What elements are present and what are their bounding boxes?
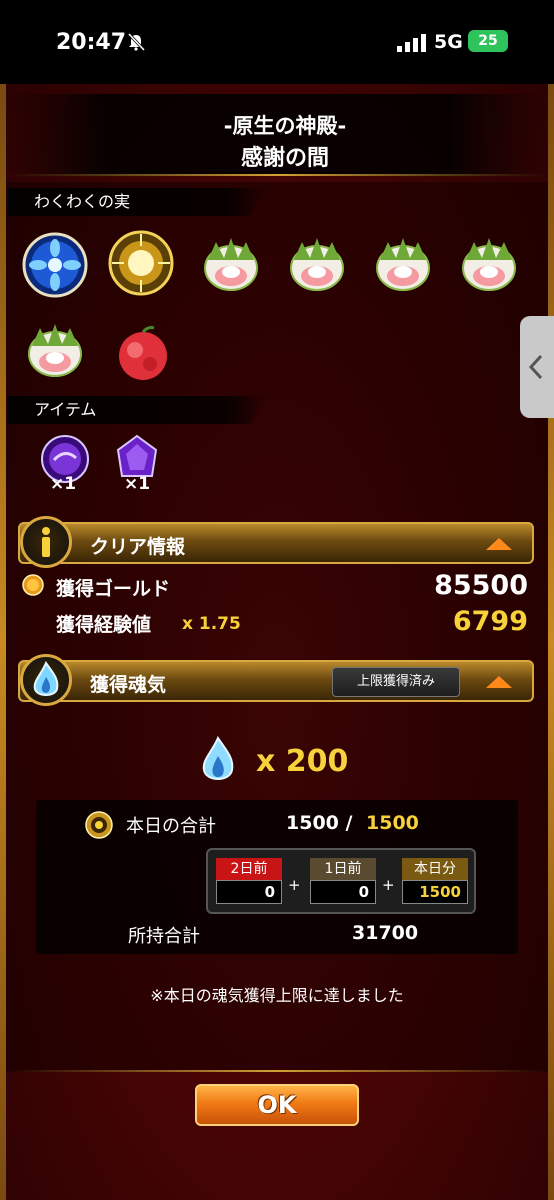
bell-muted-icon bbox=[127, 32, 146, 52]
soul-title: 獲得魂気 bbox=[90, 674, 167, 696]
network-label: 5G bbox=[434, 31, 463, 53]
soul-breakdown: 2日前 0 + 1日前 0 + 本日分 1500 bbox=[206, 848, 476, 914]
status-bar: 20:47 5G 25 bbox=[0, 0, 554, 84]
daily-medal-icon bbox=[85, 811, 113, 839]
blue-orb-fruit-icon[interactable] bbox=[22, 232, 88, 298]
lotus-fruit-icon[interactable] bbox=[284, 232, 350, 298]
golden-burst-fruit-icon[interactable] bbox=[108, 230, 174, 296]
breakdown-value: 0 bbox=[216, 880, 282, 904]
info-icon bbox=[20, 516, 72, 568]
limit-note: ※本日の魂気獲得上限に達しました bbox=[150, 986, 404, 1005]
soul-summary: 本日の合計 1500 / 1500 2日前 0 + 1日前 0 + 本日分 15… bbox=[36, 800, 518, 954]
breakdown-today: 本日分 1500 bbox=[402, 858, 468, 906]
today-total-label: 本日の合計 bbox=[126, 816, 216, 837]
ok-button[interactable]: OK bbox=[195, 1084, 359, 1126]
item-count: ×1 bbox=[50, 474, 77, 494]
battery-level: 25 bbox=[478, 33, 498, 49]
lotus-fruit-icon[interactable] bbox=[456, 232, 522, 298]
collapse-arrow-icon[interactable] bbox=[486, 538, 512, 550]
gold-value: 85500 bbox=[434, 570, 528, 601]
stage-header: -原生の神殿- 感謝の間 bbox=[8, 94, 546, 176]
soul-flame-icon bbox=[202, 736, 234, 780]
result-screen: -原生の神殿- 感謝の間 わくわくの実 アイテム ×1 ×1 クリア情報 獲得ゴ… bbox=[0, 84, 554, 1200]
header-divider bbox=[8, 174, 546, 176]
items-section-label: アイテム bbox=[8, 396, 266, 424]
plus-sign: + bbox=[382, 876, 395, 894]
today-total-max: 1500 bbox=[366, 812, 419, 834]
breakdown-label: 1日前 bbox=[310, 858, 376, 880]
owned-total-label: 所持合計 bbox=[128, 926, 200, 947]
stage-subtitle: -原生の神殿- bbox=[223, 114, 347, 138]
breakdown-value: 0 bbox=[310, 880, 376, 904]
exp-multiplier: x 1.75 bbox=[182, 614, 241, 634]
breakdown-label: 本日分 bbox=[402, 858, 468, 880]
battery-indicator: 25 bbox=[468, 30, 508, 52]
lotus-fruit-icon[interactable] bbox=[198, 232, 264, 298]
collapse-arrow-icon[interactable] bbox=[486, 676, 512, 688]
plus-sign: + bbox=[288, 876, 301, 894]
fruits-section-label: わくわくの実 bbox=[8, 188, 266, 216]
limit-reached-badge: 上限獲得済み bbox=[332, 667, 460, 697]
clear-info-header[interactable]: クリア情報 bbox=[18, 522, 534, 564]
bottom-divider bbox=[8, 1070, 546, 1072]
item-count: ×1 bbox=[124, 474, 151, 494]
soul-flame-icon bbox=[33, 660, 59, 696]
owned-total-value: 31700 bbox=[352, 922, 419, 944]
side-panel-tab[interactable] bbox=[520, 316, 554, 418]
gold-coin-icon bbox=[22, 574, 44, 596]
lotus-fruit-icon[interactable] bbox=[22, 318, 88, 384]
exp-value: 6799 bbox=[452, 606, 528, 637]
frame-edge-right bbox=[548, 84, 554, 1200]
lotus-fruit-icon[interactable] bbox=[370, 232, 436, 298]
status-time: 20:47 bbox=[56, 30, 127, 55]
stage-title: 感謝の間 bbox=[240, 146, 329, 171]
today-total-value: 1500 / bbox=[286, 812, 353, 834]
breakdown-1-day-ago: 1日前 0 bbox=[310, 858, 376, 906]
gold-label: 獲得ゴールド bbox=[56, 578, 171, 600]
soul-flame-icon-wrap bbox=[20, 654, 72, 706]
breakdown-2-days-ago: 2日前 0 bbox=[216, 858, 282, 906]
soul-amount: x 200 bbox=[256, 744, 349, 779]
soul-header[interactable]: 獲得魂気 上限獲得済み bbox=[18, 660, 534, 702]
chevron-left-icon bbox=[528, 354, 543, 380]
red-fruit-icon[interactable] bbox=[110, 320, 176, 386]
exp-label: 獲得経験値 bbox=[56, 614, 152, 636]
signal-icon bbox=[397, 34, 426, 52]
breakdown-label: 2日前 bbox=[216, 858, 282, 880]
clear-info-title: クリア情報 bbox=[90, 536, 186, 558]
breakdown-value: 1500 bbox=[402, 880, 468, 904]
